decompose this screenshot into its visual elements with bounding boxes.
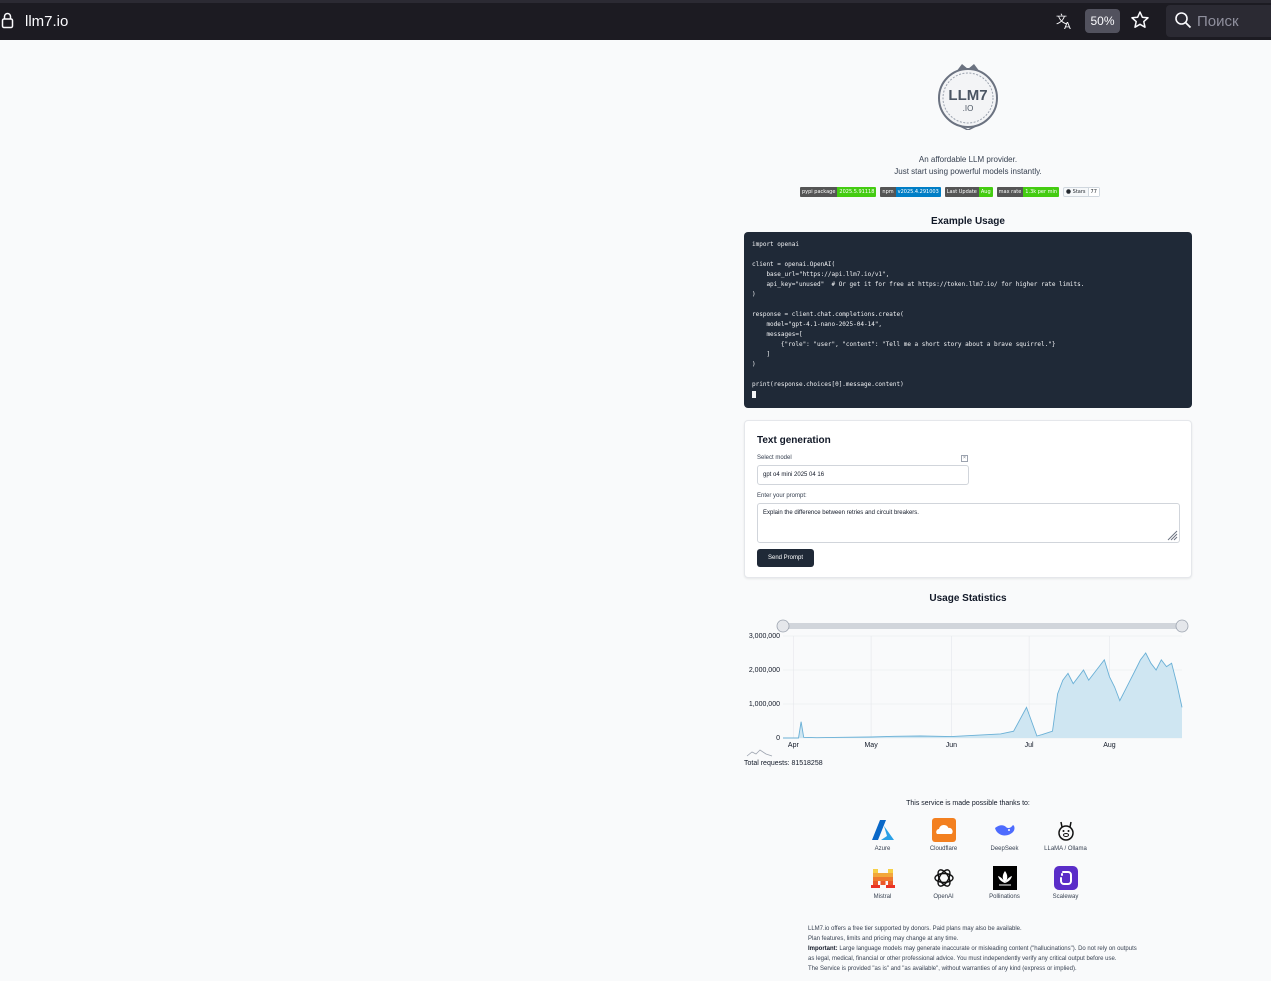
logo-subtext: .IO	[963, 104, 974, 113]
sponsor-name: DeepSeek	[990, 846, 1019, 852]
ollama-icon	[1057, 821, 1074, 841]
last-update-badge[interactable]: Last Update Aug	[944, 187, 993, 197]
sponsor-openai[interactable]: OpenAI	[913, 866, 974, 900]
prompt-label: Enter your prompt:	[757, 493, 807, 499]
tagline: An affordable LLM provider. Just start u…	[744, 154, 1192, 178]
footer-line-4: The Service is provided "as is" and "as …	[808, 966, 1077, 972]
sponsor-deepseek[interactable]: DeepSeek	[974, 818, 1035, 852]
badge-value: 2025.5.91118	[837, 187, 877, 197]
badge-value: v2025.4.291003	[895, 187, 941, 197]
prompt-textarea[interactable]: Explain the difference between retries a…	[757, 503, 1180, 543]
badge-label: pypi package	[800, 187, 838, 197]
prompt-text: Explain the difference between retries a…	[763, 510, 919, 516]
card-title: Text generation	[757, 435, 831, 446]
code-block: import openai client = openai.OpenAI( ba…	[744, 232, 1192, 408]
scaleway-icon	[1053, 866, 1078, 890]
mini-preview-icon	[746, 749, 773, 757]
badge-label: Last Update	[944, 187, 979, 197]
y-tick-label: 2,000,000	[749, 667, 780, 674]
sponsors-heading: This service is made possible thanks to:	[906, 800, 1030, 807]
sponsor-azure[interactable]: Azure	[852, 818, 913, 852]
tagline-line-2: Just start using powerful models instant…	[894, 167, 1042, 176]
usage-chart: 0 1,000,000 2,000,000 3,000,000 Apr May Jun Jul…	[746, 619, 1189, 757]
total-requests: Total requests: 81518258	[744, 760, 823, 767]
github-icon	[1066, 189, 1071, 194]
github-label-text: Stars	[1072, 189, 1086, 195]
clear-model-icon[interactable]: ×	[961, 455, 968, 462]
x-tick-label: Apr	[788, 742, 800, 749]
sponsor-name: Scaleway	[1052, 894, 1079, 900]
example-usage-heading: Example Usage	[931, 216, 1005, 227]
badge-label: max rate	[996, 187, 1024, 197]
badge-label: npm	[880, 187, 896, 197]
sponsor-name: Mistral	[873, 894, 892, 900]
mistral-icon	[870, 869, 895, 888]
sponsor-name: Cloudflare	[929, 846, 958, 852]
tagline-line-1: An affordable LLM provider.	[918, 155, 1018, 164]
text-cursor	[752, 391, 756, 398]
badge-value: Aug	[978, 187, 993, 197]
sponsor-ollama[interactable]: LLaMA / Ollama	[1035, 818, 1096, 852]
range-slider-track	[783, 623, 1182, 629]
github-stars-button[interactable]: Stars 77	[1063, 187, 1100, 197]
x-tick-label: Aug	[1103, 742, 1116, 749]
badge-value: 1.3k per min	[1023, 187, 1060, 197]
svg-text:A: A	[1064, 21, 1071, 31]
footer-line-3: Important: Large language models may gen…	[808, 944, 1138, 964]
y-tick-label: 3,000,000	[749, 633, 780, 640]
search-icon	[1175, 12, 1192, 29]
y-tick-label: 1,000,000	[749, 701, 780, 708]
x-tick-label: May	[864, 742, 878, 749]
footer-line-1: LLM7.io offers a free tier supported by …	[808, 926, 1022, 932]
openai-icon	[933, 869, 954, 887]
deepseek-icon	[994, 825, 1014, 836]
search-box[interactable]: Поиск	[1166, 5, 1271, 37]
logo-text: LLM7	[948, 87, 987, 104]
range-slider-handle-right[interactable]	[1175, 619, 1189, 633]
footer-line-2: Plan features, limits and pricing may ch…	[808, 936, 959, 942]
cloudflare-icon	[931, 818, 956, 842]
sponsor-name: OpenAI	[933, 894, 954, 900]
text-generation-card: Text generation Select model × gpt o4 mi…	[744, 420, 1192, 578]
y-tick-label: 0	[776, 735, 780, 742]
pypi-badge[interactable]: pypi package 2025.5.91118	[800, 187, 877, 197]
x-tick-label: Jun	[946, 742, 957, 749]
model-select[interactable]: gpt o4 mini 2025 04 16	[757, 465, 969, 485]
github-stars-count: 77	[1087, 188, 1099, 196]
sponsor-pollinations[interactable]: Pollinations	[974, 866, 1035, 900]
x-tick-label: Jul	[1025, 742, 1034, 749]
sponsor-scaleway[interactable]: Scaleway	[1035, 866, 1096, 900]
zoom-level-button[interactable]: 50%	[1085, 9, 1120, 33]
badge-row: pypi package 2025.5.91118 npm v2025.4.2910…	[800, 187, 1100, 197]
sponsor-name: Azure	[874, 846, 891, 852]
resize-grip-icon[interactable]	[1166, 529, 1178, 541]
github-stars-label: Stars	[1064, 188, 1087, 196]
range-slider-handle-left[interactable]	[776, 619, 790, 633]
address-bar[interactable]: llm7.io	[25, 13, 68, 30]
azure-icon	[871, 820, 894, 840]
important-label: Important:	[808, 946, 838, 952]
footer-disclaimer: LLM7.io offers a free tier supported by …	[808, 924, 1138, 974]
lock-icon[interactable]	[1, 12, 14, 29]
llm7-logo: LLM7 .IO	[938, 64, 998, 130]
send-prompt-button[interactable]: Send Prompt	[757, 549, 814, 567]
code-text: import openai client = openai.OpenAI( ba…	[752, 241, 1085, 388]
npm-badge[interactable]: npm v2025.4.291003	[880, 187, 941, 197]
max-rate-badge[interactable]: max rate 1.3k per min	[996, 187, 1060, 197]
bookmark-star-icon[interactable]	[1130, 10, 1150, 30]
select-model-label: Select model	[757, 455, 792, 461]
footer-important-text: Large language models may generate inacc…	[808, 946, 1137, 962]
browser-toolbar: llm7.io 文A 50% Поиск	[0, 0, 1271, 40]
sponsor-name: Pollinations	[989, 894, 1020, 900]
pollinations-icon	[992, 866, 1017, 890]
usage-statistics-heading: Usage Statistics	[929, 593, 1007, 604]
sponsor-name: LLaMA / Ollama	[1044, 846, 1087, 852]
sponsor-cloudflare[interactable]: Cloudflare	[913, 818, 974, 852]
search-placeholder: Поиск	[1197, 13, 1239, 30]
sponsors-grid: Azure Cloudflare DeepSeek LLaMA / Ollama…	[852, 818, 1092, 900]
translate-icon[interactable]: 文A	[1055, 11, 1075, 32]
sponsor-mistral[interactable]: Mistral	[852, 866, 913, 900]
